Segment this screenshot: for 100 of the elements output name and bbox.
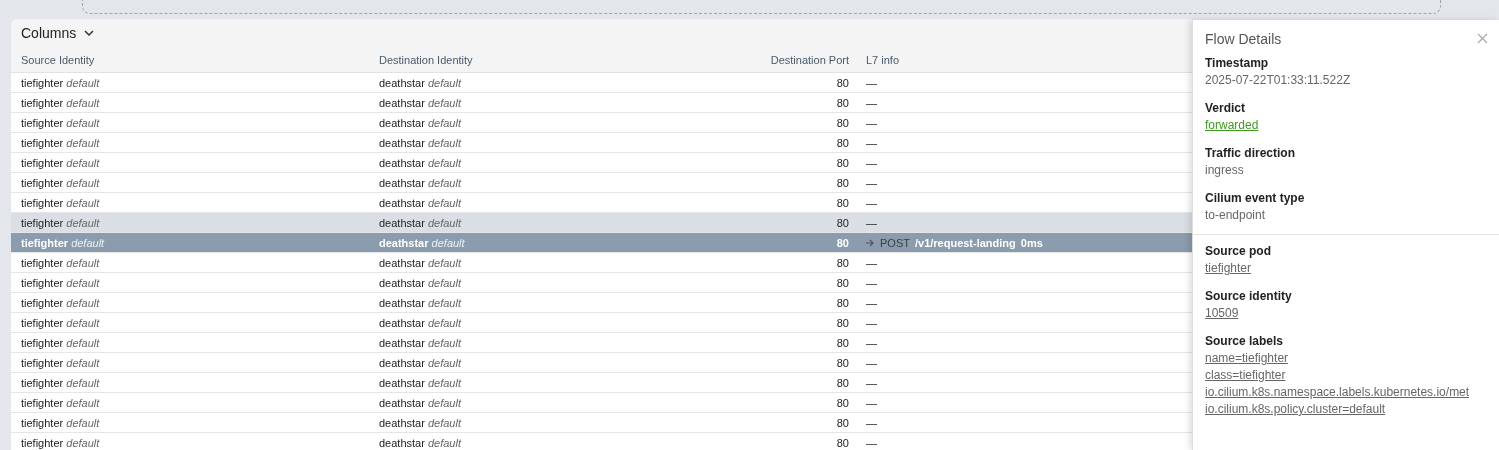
field-value: to-endpoint	[1205, 207, 1266, 224]
column-header[interactable]: L7 info	[849, 53, 1192, 66]
empty-dash: —	[866, 216, 877, 229]
destination-name: deathstar	[379, 436, 425, 449]
latency-label: 0ms	[1020, 236, 1043, 249]
table-row[interactable]: tiefighter default deathstar default 80 —	[11, 293, 1192, 313]
namespace-label: default	[66, 96, 100, 109]
source-name: tiefighter	[21, 216, 64, 229]
table-row[interactable]: tiefighter default deathstar default 80 —	[11, 273, 1192, 293]
source-name: tiefighter	[21, 156, 64, 169]
namespace-label: default	[66, 136, 100, 149]
http-path: /v1/request-landing	[914, 236, 1016, 249]
port-cell-text: 80	[835, 296, 849, 309]
destination-name: deathstar	[379, 96, 425, 109]
table-row[interactable]: tiefighter default deathstar default 80 —	[11, 153, 1192, 173]
value-link[interactable]: io.cilium.k8s.policy.cluster=default	[1205, 401, 1386, 418]
value-link[interactable]: name=tiefighter	[1205, 350, 1289, 367]
source-name: tiefighter	[21, 136, 64, 149]
namespace-label: default	[427, 136, 461, 149]
destination-name: deathstar	[379, 196, 425, 209]
table-row[interactable]: tiefighter default deathstar default 80 —	[11, 433, 1192, 450]
destination-name: deathstar	[379, 116, 425, 129]
value-link[interactable]: tiefighter	[1205, 260, 1252, 277]
source-name: tiefighter	[21, 316, 64, 329]
source-name: tiefighter	[21, 376, 64, 389]
port-cell-text: 80	[835, 216, 849, 229]
source-name: tiefighter	[21, 436, 64, 449]
namespace-label: default	[431, 236, 465, 249]
namespace-label: default	[66, 316, 100, 329]
empty-dash: —	[866, 156, 877, 169]
empty-dash: —	[866, 176, 877, 189]
port-cell-text: 80	[835, 96, 849, 109]
table-row[interactable]: tiefighter default deathstar default 80 —	[11, 193, 1192, 213]
column-header[interactable]: Destination Port	[699, 53, 849, 66]
table-row[interactable]: tiefighter default deathstar default 80 —	[11, 113, 1192, 133]
empty-dash: —	[866, 76, 877, 89]
table-row[interactable]: tiefighter default deathstar default 80 —	[11, 313, 1192, 333]
field-label: Cilium event type	[1205, 191, 1306, 205]
table-row[interactable]: tiefighter default deathstar default 80 —	[11, 253, 1192, 273]
table-row[interactable]: tiefighter default deathstar default 80 —	[11, 373, 1192, 393]
port-cell-text: 80	[835, 396, 849, 409]
source-name: tiefighter	[21, 296, 64, 309]
port-cell-text: 80	[835, 76, 849, 89]
namespace-label: default	[427, 176, 461, 189]
port-cell-text: 80	[835, 376, 849, 389]
destination-name: deathstar	[379, 336, 425, 349]
table-row[interactable]: tiefighter default deathstar default 80 —	[11, 173, 1192, 193]
table-row[interactable]: tiefighter default deathstar default 80 —	[11, 333, 1192, 353]
table-row[interactable]: tiefighter default deathstar default 80 —	[11, 413, 1192, 433]
namespace-label: default	[427, 196, 461, 209]
destination-name: deathstar	[379, 416, 425, 429]
table-row[interactable]: tiefighter default deathstar default 80 —	[11, 353, 1192, 373]
source-name: tiefighter	[21, 336, 64, 349]
namespace-label: default	[427, 156, 461, 169]
table-row[interactable]: tiefighter default deathstar default 80 —	[11, 133, 1192, 153]
empty-dash: —	[866, 196, 877, 209]
empty-dash: —	[866, 296, 877, 309]
close-icon[interactable]	[1477, 33, 1488, 44]
port-cell-text: 80	[835, 156, 849, 169]
table-row[interactable]: tiefighter default deathstar default 80 POST /v1/request-landing 0ms	[11, 233, 1192, 253]
caret-icon	[84, 30, 95, 36]
namespace-label: default	[427, 416, 461, 429]
destination-name: deathstar	[379, 216, 425, 229]
empty-dash: —	[866, 136, 877, 149]
destination-name: deathstar	[379, 76, 425, 89]
table-row[interactable]: tiefighter default deathstar default 80 —	[11, 73, 1192, 93]
column-header[interactable]: Destination Identity	[369, 53, 699, 66]
column-header[interactable]: Source Identity	[11, 53, 369, 66]
namespace-label: default	[66, 156, 100, 169]
columns-dropdown-button[interactable]: Columns	[21, 25, 95, 41]
field-label: Timestamp	[1205, 56, 1270, 70]
value-link[interactable]: 10509	[1205, 305, 1239, 322]
namespace-label: default	[66, 356, 100, 369]
namespace-label: default	[427, 216, 461, 229]
port-cell-text: 80	[835, 416, 849, 429]
port-cell-text: 80	[835, 116, 849, 129]
namespace-label: default	[66, 416, 100, 429]
source-name: tiefighter	[21, 356, 64, 369]
verdict-link[interactable]: forwarded	[1205, 117, 1259, 134]
destination-name: deathstar	[379, 356, 425, 369]
namespace-label: default	[427, 356, 461, 369]
namespace-label: default	[66, 336, 100, 349]
table-row[interactable]: tiefighter default deathstar default 80 —	[11, 93, 1192, 113]
destination-name: deathstar	[379, 236, 429, 249]
destination-name: deathstar	[379, 276, 425, 289]
namespace-label: default	[66, 296, 100, 309]
destination-name: deathstar	[379, 256, 425, 269]
port-cell-text: 80	[835, 236, 849, 249]
value-link[interactable]: class=tiefighter	[1205, 367, 1286, 384]
source-name: tiefighter	[21, 396, 64, 409]
table-row[interactable]: tiefighter default deathstar default 80 —	[11, 213, 1192, 233]
namespace-label: default	[427, 116, 461, 129]
namespace-label: default	[427, 436, 461, 449]
value-link[interactable]: io.cilium.k8s.namespace.labels.kubernetes.io/met	[1205, 384, 1470, 401]
port-cell-text: 80	[835, 276, 849, 289]
field-value: ingress	[1205, 162, 1244, 179]
table-row[interactable]: tiefighter default deathstar default 80 —	[11, 393, 1192, 413]
destination-name: deathstar	[379, 316, 425, 329]
field-label: Source identity	[1205, 289, 1293, 303]
namespace-label: default	[66, 176, 100, 189]
